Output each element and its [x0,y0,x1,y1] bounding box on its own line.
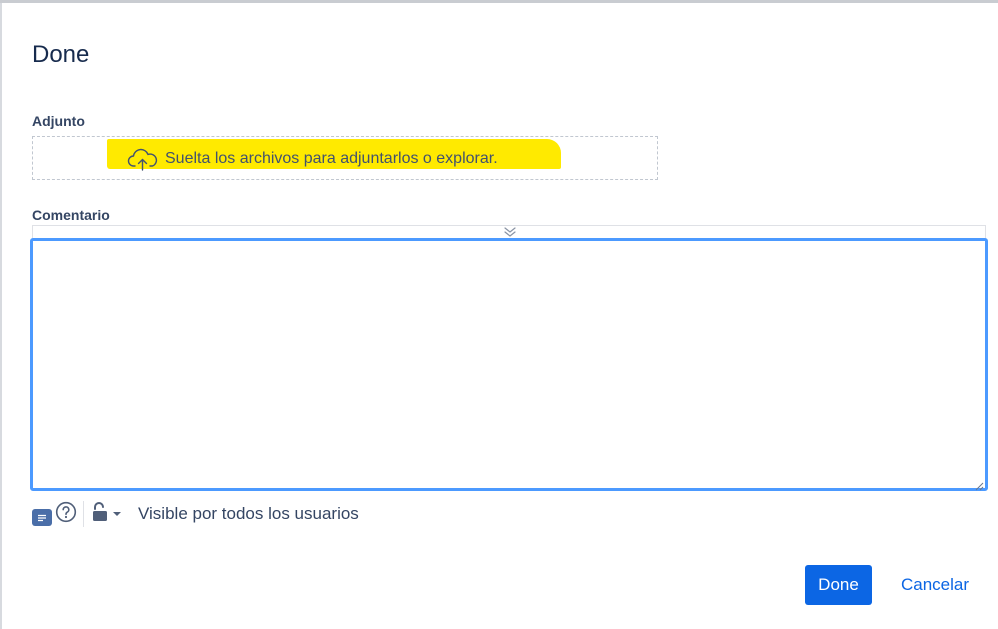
visibility-text: Visible por todos los usuarios [138,504,359,523]
toolbar-divider [83,501,84,527]
comment-textarea[interactable] [30,238,988,491]
attachment-dropzone[interactable]: Suelta los archivos para adjuntarlos o e… [32,136,658,180]
cloud-upload-icon [127,147,159,171]
cancel-button[interactable]: Cancelar [891,565,979,605]
wiki-markup-icon[interactable] [32,508,52,526]
resize-grip-icon[interactable] [974,478,984,496]
help-icon[interactable] [55,501,77,528]
attachment-label: Adjunto [32,113,85,129]
dropzone-content: Suelta los archivos para adjuntarlos o e… [127,147,498,171]
transition-dialog: Done Adjunto Suelta los archivos para ad… [0,0,998,629]
comment-label: Comentario [32,207,110,223]
editor-toolbar [32,225,986,239]
comment-footer: Visible por todos los usuarios [32,500,359,528]
done-button[interactable]: Done [805,565,872,605]
visibility-dropdown[interactable] [92,501,122,527]
dialog-edge [0,3,2,629]
dialog-title: Done [32,41,90,68]
lock-icon [92,501,110,527]
dropzone-text[interactable]: Suelta los archivos para adjuntarlos o e… [165,150,498,168]
chevron-down-icon [112,505,122,523]
